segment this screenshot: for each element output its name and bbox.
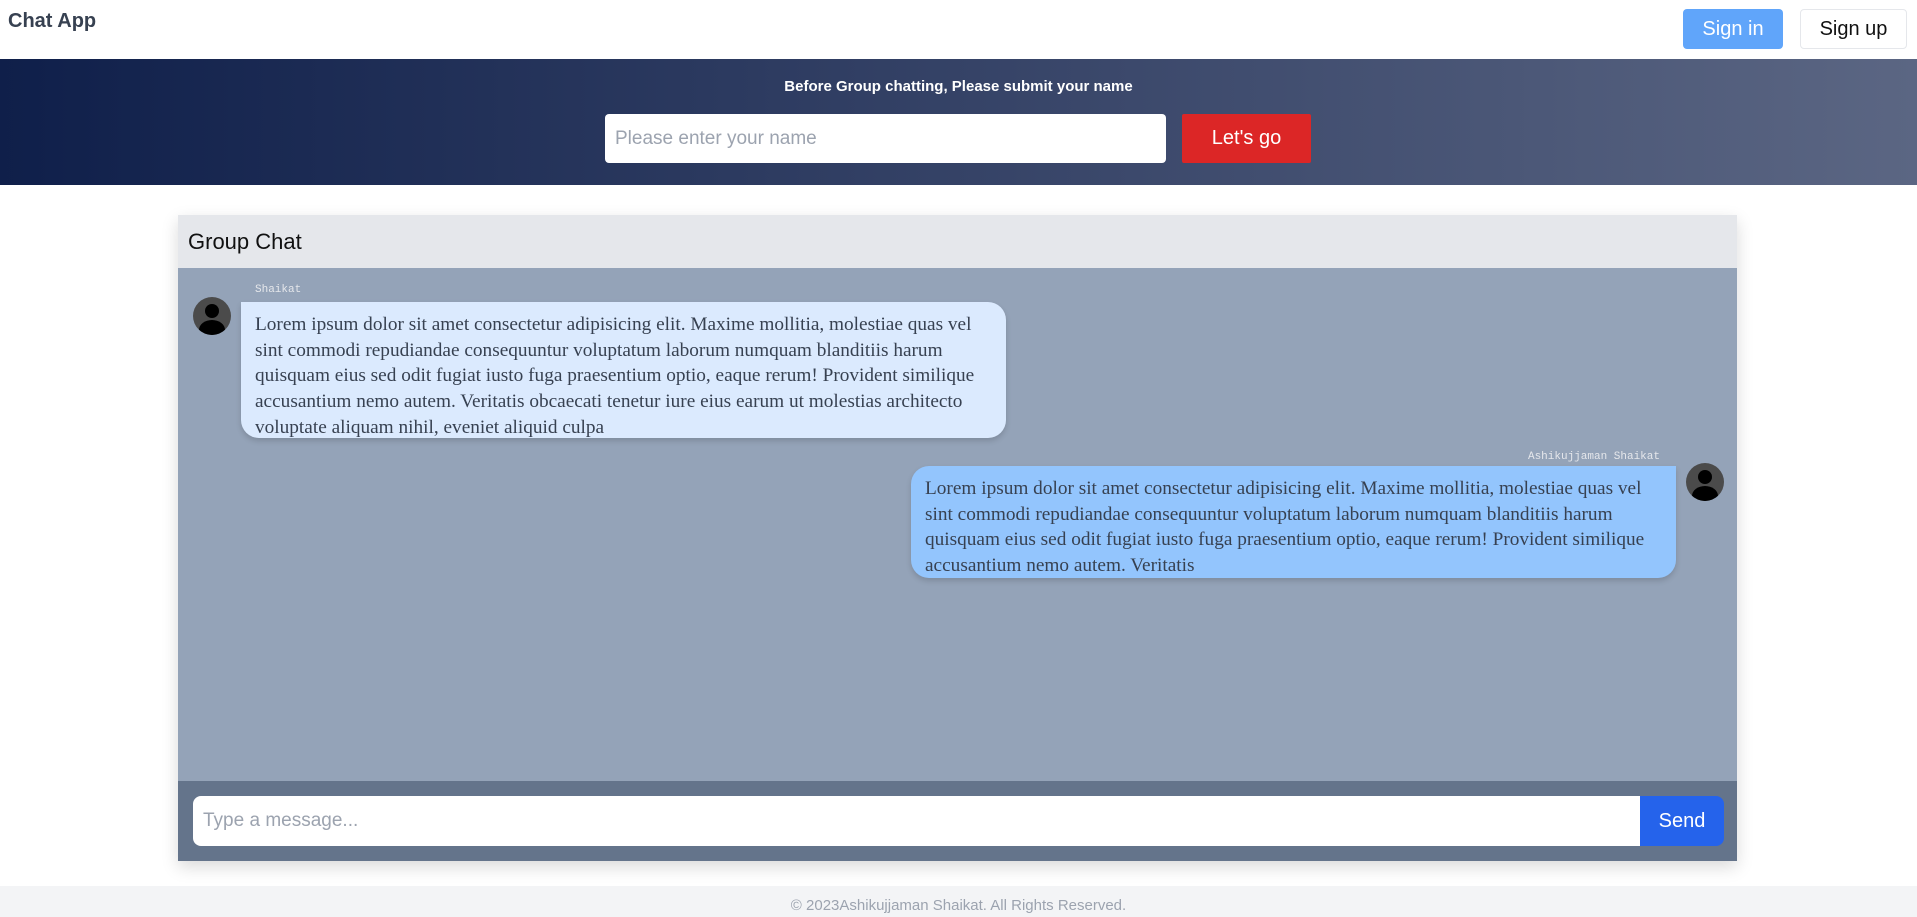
avatar-icon	[1686, 463, 1724, 501]
message-sender: Ashikujjaman Shaikat	[1527, 451, 1660, 463]
footer-copyright: © 2023Ashikujjaman Shaikat. All Rights R…	[0, 886, 1917, 917]
brand-title[interactable]: Chat App	[8, 10, 96, 33]
message-bubble: Lorem ipsum dolor sit amet consectetur a…	[241, 302, 1006, 438]
avatar-icon	[193, 297, 231, 335]
sign-in-button[interactable]: Sign in	[1683, 9, 1783, 49]
banner-text: Before Group chatting, Please submit you…	[784, 78, 1133, 95]
message-list[interactable]: Shaikat Lorem ipsum dolor sit amet conse…	[178, 268, 1737, 781]
lets-go-button[interactable]: Let's go	[1182, 114, 1311, 163]
message-input[interactable]	[193, 796, 1640, 846]
sign-up-button[interactable]: Sign up	[1800, 9, 1907, 49]
name-input[interactable]	[605, 114, 1166, 163]
message-composer: Send	[178, 781, 1737, 861]
chat-title: Group Chat	[178, 215, 1737, 268]
send-button[interactable]: Send	[1640, 796, 1724, 846]
group-chat-card: Group Chat Shaikat Lorem ipsum dolor sit…	[178, 215, 1737, 861]
message-sender: Shaikat	[255, 284, 302, 296]
message-bubble: Lorem ipsum dolor sit amet consectetur a…	[911, 466, 1676, 578]
